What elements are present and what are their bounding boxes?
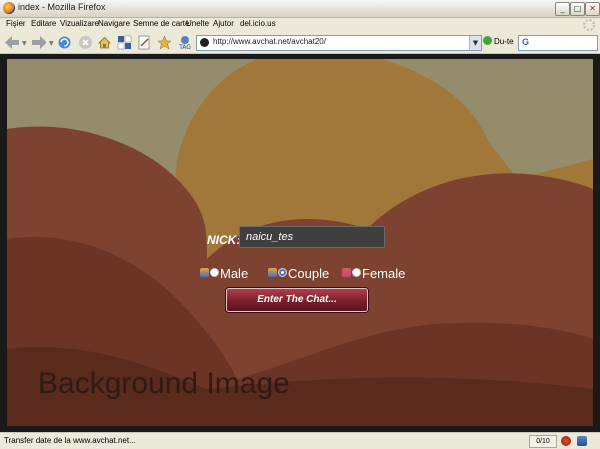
status-monitor-icon[interactable]	[577, 436, 587, 446]
status-counter: 0/10	[529, 435, 557, 448]
status-bar: Transfer date de la www.avchat.net... 0/…	[0, 432, 600, 449]
throbber-icon	[583, 19, 595, 31]
minimize-button[interactable]: _	[555, 2, 570, 16]
address-bar[interactable]: http://www.avchat.net/avchat20/ ▼	[196, 35, 482, 51]
bookmark-star-icon[interactable]	[157, 35, 172, 50]
adblock-icon[interactable]	[561, 436, 571, 446]
forward-arrow-icon[interactable]	[31, 35, 46, 50]
chat-login-stage: Background Image NICK: Male Couple Femal…	[7, 59, 593, 426]
window-title: index - Mozilla Firefox	[18, 2, 106, 12]
address-url: http://www.avchat.net/avchat20/	[213, 37, 326, 46]
browser-window: index - Mozilla Firefox _ □ ✕ Fişier Edi…	[0, 0, 600, 449]
menu-help[interactable]: Ajutor	[213, 19, 234, 28]
menu-tools[interactable]: Unelte	[186, 19, 209, 28]
home-icon[interactable]	[97, 35, 112, 50]
gender-female-option[interactable]: Female	[342, 266, 405, 282]
status-text: Transfer date de la www.avchat.net...	[4, 436, 136, 445]
google-search-icon: G	[522, 37, 530, 47]
stop-icon[interactable]	[78, 35, 93, 50]
tag-icon[interactable]: TAG	[177, 35, 192, 50]
gender-couple-option[interactable]: Couple	[268, 266, 329, 282]
firefox-logo-icon	[3, 2, 15, 14]
address-dropdown-icon[interactable]: ▼	[469, 36, 481, 50]
menu-file[interactable]: Fişier	[6, 19, 26, 28]
go-label: Du-te	[494, 37, 514, 46]
title-bar: index - Mozilla Firefox _ □ ✕	[0, 0, 600, 18]
menu-delicious[interactable]: del.icio.us	[240, 19, 276, 28]
couple-user-icon	[268, 268, 277, 277]
go-arrow-icon	[483, 36, 492, 45]
menu-view[interactable]: Vizualizare	[60, 19, 99, 28]
menu-bookmarks[interactable]: Semne de carte	[133, 19, 189, 28]
background-caption: Background Image	[38, 367, 290, 400]
female-radio[interactable]	[352, 268, 361, 277]
go-button[interactable]: Du-te	[483, 36, 514, 46]
nick-label: NICK:	[207, 233, 241, 247]
couple-radio[interactable]	[278, 268, 287, 277]
reload-icon[interactable]	[57, 35, 72, 50]
grid-icon[interactable]	[117, 35, 132, 50]
enter-chat-button[interactable]: Enter The Chat...	[226, 288, 368, 312]
site-favicon-icon	[200, 38, 209, 47]
menu-edit[interactable]: Editare	[31, 19, 56, 28]
close-button[interactable]: ✕	[585, 2, 600, 16]
male-radio[interactable]	[210, 268, 219, 277]
couple-label: Couple	[288, 266, 330, 281]
male-label: Male	[220, 266, 249, 281]
female-user-icon	[342, 268, 351, 277]
nick-input[interactable]	[239, 226, 385, 248]
search-box[interactable]: G	[518, 35, 598, 51]
maximize-button[interactable]: □	[570, 2, 585, 16]
female-label: Female	[362, 266, 406, 281]
edit-page-icon[interactable]	[137, 35, 152, 50]
male-user-icon	[200, 268, 209, 277]
page-content: Background Image NICK: Male Couple Femal…	[0, 54, 600, 432]
forward-dropdown-icon[interactable]: ▼	[49, 40, 54, 47]
menu-navigate[interactable]: Navigare	[98, 19, 130, 28]
menu-bar: Fişier Editare Vizualizare Navigare Semn…	[0, 18, 600, 32]
svg-text:TAG: TAG	[178, 44, 191, 50]
gender-male-option[interactable]: Male	[200, 266, 248, 282]
back-arrow-icon[interactable]	[4, 35, 19, 50]
back-dropdown-icon[interactable]: ▼	[22, 40, 27, 47]
